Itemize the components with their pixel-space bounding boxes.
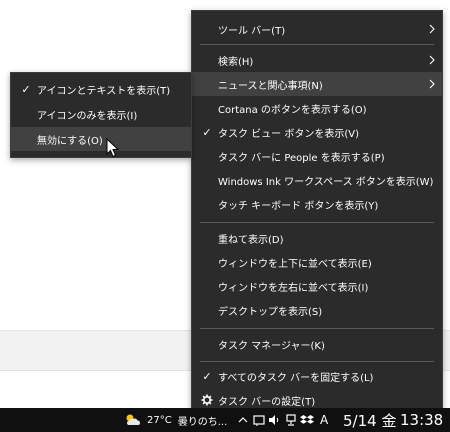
network-icon [286, 414, 296, 426]
menu-item-task-manager[interactable]: タスク マネージャー(K) [192, 332, 442, 356]
menu-item-label: デスクトップを表示(S) [218, 306, 323, 318]
menu-item-label: タスク バーに People を表示する(P) [218, 152, 385, 164]
menu-item-stack-windows[interactable]: ウィンドウを上下に並べて表示(E) [192, 250, 442, 274]
menu-item-label: アイコンとテキストを表示(T) [37, 85, 171, 97]
volume-icon [269, 415, 279, 425]
submenu-item-show-icon-only[interactable]: アイコンのみを表示(I) [11, 102, 191, 126]
menu-item-lock-taskbars[interactable]: ✓ すべてのタスク バーを固定する(L) [192, 364, 442, 388]
weather-cloud-sun-icon [126, 414, 140, 425]
weather-condition: 曇りのち... [177, 416, 228, 428]
menu-item-side-by-side-windows[interactable]: ウィンドウを左右に並べて表示(I) [192, 274, 442, 298]
menu-item-label: アイコンのみを表示(I) [37, 110, 138, 122]
menu-item-label: タスク ビュー ボタンを表示(V) [218, 128, 360, 140]
news-and-interests-submenu: ✓ アイコンとテキストを表示(T) アイコンのみを表示(I) 無効にする(O) [10, 72, 192, 158]
gear-icon [201, 394, 213, 406]
tray-dropbox[interactable] [300, 408, 314, 432]
menu-item-label: ツール バー(T) [218, 25, 286, 37]
menu-item-label: ウィンドウを上下に並べて表示(E) [218, 258, 372, 270]
menu-item-label: ニュースと関心事項(N) [218, 80, 323, 92]
menu-item-label: タッチ キーボード ボタンを表示(Y) [218, 200, 379, 212]
menu-item-label: すべてのタスク バーを固定する(L) [218, 372, 374, 384]
menu-item-show-task-view-button[interactable]: ✓ タスク ビュー ボタンを表示(V) [192, 120, 442, 144]
clock-time[interactable]: 13:38 [400, 408, 443, 432]
taskbar: 27°C 曇りのち... A 5/14 金 13:38 [0, 408, 450, 432]
menu-item-show-touch-keyboard[interactable]: タッチ キーボード ボタンを表示(Y) [192, 192, 442, 216]
chevron-up-icon [238, 417, 248, 423]
menu-item-label: Cortana のボタンを表示する(O) [218, 104, 367, 116]
tray-volume[interactable] [268, 408, 280, 432]
menu-separator [200, 222, 434, 223]
menu-item-news-and-interests[interactable]: ニュースと関心事項(N) [192, 72, 442, 96]
taskbar-context-menu: ツール バー(T) 検索(H) ニュースと関心事項(N) Cortana のボタ… [191, 10, 443, 412]
menu-item-label: 無効にする(O) [37, 135, 103, 147]
menu-separator [200, 361, 434, 362]
menu-item-label: Windows Ink ワークスペース ボタンを表示(W) [218, 176, 434, 188]
menu-item-show-desktop[interactable]: デスクトップを表示(S) [192, 298, 442, 322]
menu-item-toolbars[interactable]: ツール バー(T) [192, 17, 442, 41]
menu-item-search[interactable]: 検索(H) [192, 48, 442, 72]
chevron-right-icon [429, 79, 435, 89]
menu-item-show-windows-ink[interactable]: Windows Ink ワークスペース ボタンを表示(W) [192, 168, 442, 192]
checkmark-icon: ✓ [202, 369, 212, 383]
checkmark-icon: ✓ [21, 82, 31, 96]
menu-separator [200, 328, 434, 329]
tray-network[interactable] [285, 408, 297, 432]
menu-separator [200, 44, 434, 45]
menu-item-label: タスク マネージャー(K) [218, 340, 325, 352]
show-hidden-icons-button[interactable] [238, 408, 248, 432]
mouse-pointer-icon [106, 138, 120, 158]
menu-item-label: 検索(H) [218, 56, 254, 68]
menu-item-label: タスク バーの設定(T) [218, 396, 316, 408]
menu-item-label: 重ねて表示(D) [218, 234, 284, 246]
clock-date[interactable]: 5/14 金 [343, 408, 396, 432]
weather-widget[interactable]: 27°C 曇りのち... [124, 408, 227, 432]
menu-item-show-cortana-button[interactable]: Cortana のボタンを表示する(O) [192, 96, 442, 120]
notification-app-icon [253, 415, 265, 426]
ime-indicator[interactable]: A [320, 408, 328, 432]
menu-item-cascade-windows[interactable]: 重ねて表示(D) [192, 226, 442, 250]
submenu-item-turn-off[interactable]: 無効にする(O) [11, 127, 191, 151]
submenu-item-show-icon-and-text[interactable]: ✓ アイコンとテキストを表示(T) [11, 77, 191, 101]
menu-item-show-people[interactable]: タスク バーに People を表示する(P) [192, 144, 442, 168]
weather-temperature: 27°C [147, 414, 172, 426]
menu-item-label: ウィンドウを左右に並べて表示(I) [218, 282, 369, 294]
checkmark-icon: ✓ [202, 125, 212, 139]
dropbox-icon [300, 415, 314, 424]
chevron-right-icon [429, 55, 435, 65]
chevron-right-icon [429, 24, 435, 34]
tray-app-icon[interactable] [253, 408, 265, 432]
